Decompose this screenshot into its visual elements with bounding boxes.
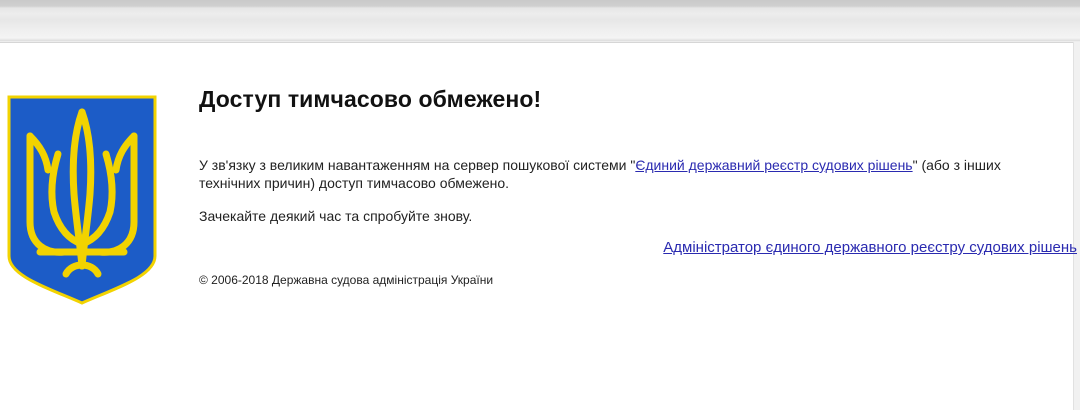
admin-link[interactable]: Адміністратор єдиного державного реєстру… [663, 239, 1077, 256]
main-content: Доступ тимчасово обмежено! У зв'язку з в… [199, 86, 1077, 287]
browser-top-bar [0, 0, 1080, 43]
restriction-message: У зв'язку з великим навантаженням на сер… [199, 156, 1059, 192]
retry-message: Зачекайте деякий час та спробуйте знову. [199, 208, 473, 224]
scrollbar[interactable] [1073, 42, 1080, 410]
registry-link[interactable]: Єдиний державний реєстр судових рішень [635, 157, 912, 173]
message-text-before: У зв'язку з великим навантаженням на сер… [199, 157, 636, 173]
copyright-footer: © 2006-2018 Державна судова адміністраці… [199, 273, 494, 287]
coat-of-arms-of-ukraine-icon [7, 95, 157, 305]
page-title: Доступ тимчасово обмежено! [199, 86, 542, 112]
